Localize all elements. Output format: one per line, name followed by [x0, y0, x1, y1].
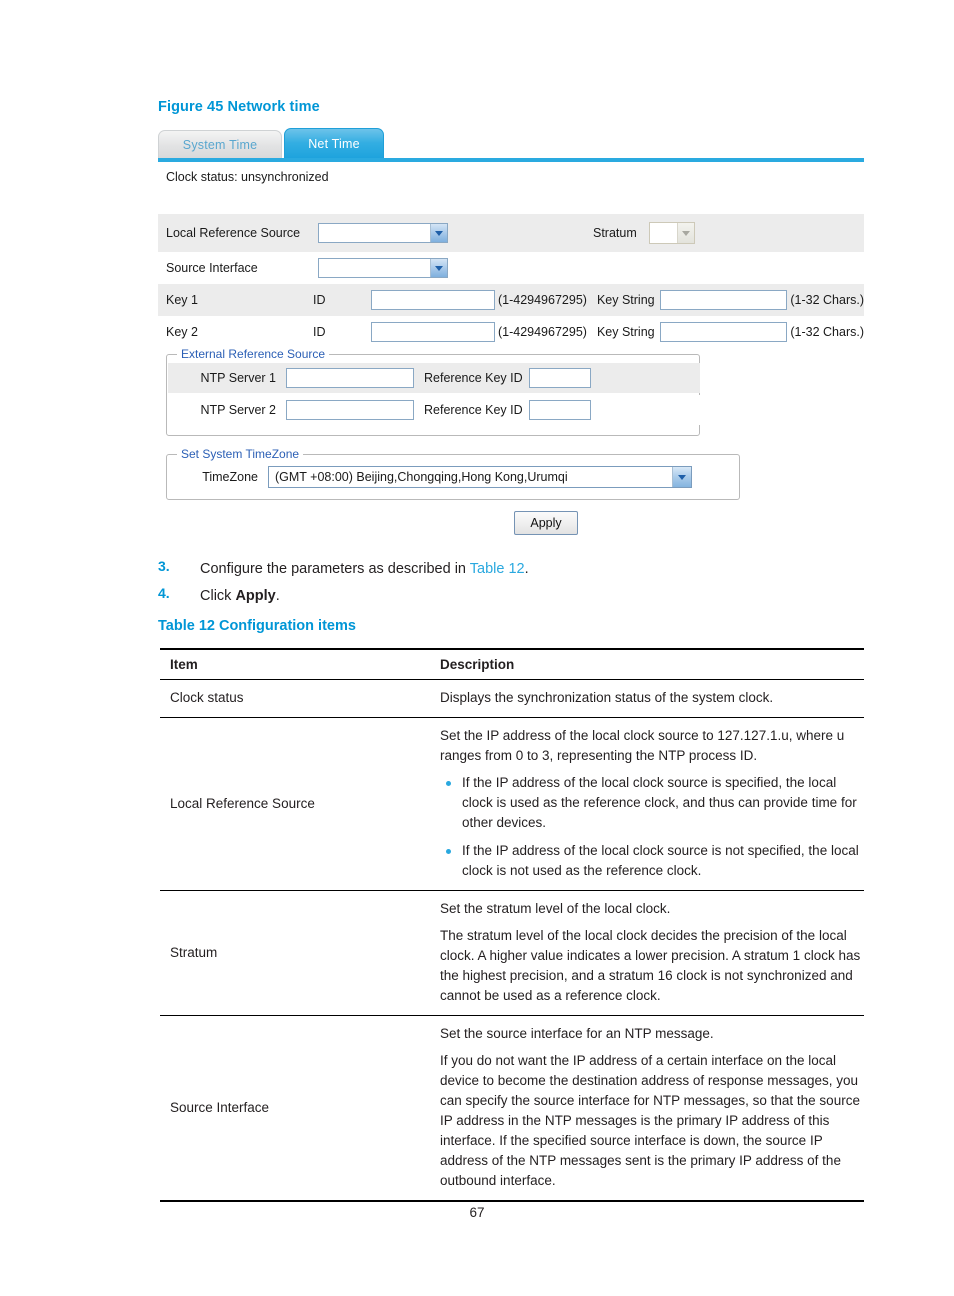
key2-id-label: ID — [313, 325, 326, 339]
row-key-2: Key 2 ID (1-4294967295) Key String (1-32… — [158, 316, 864, 348]
key1-id-hint: (1-4294967295) — [497, 293, 587, 307]
reference-key-id-1-input[interactable] — [528, 368, 591, 388]
step-3-text: Configure the parameters as described in… — [158, 561, 529, 577]
key2-id-input[interactable] — [371, 322, 495, 342]
step-3-text-before: Configure the parameters as described in — [200, 561, 470, 577]
network-time-screenshot: System Time Net Time Clock status: unsyn… — [158, 128, 864, 543]
row-timezone: TimeZone (GMT +08:00) Beijing,Chongqing,… — [168, 463, 740, 491]
step-3-text-after: . — [524, 561, 529, 577]
row-local-reference-source: Local Reference Source Stratum — [158, 214, 864, 252]
step-4-number: 4. — [158, 585, 170, 601]
clock-status-text: Clock status: unsynchronized — [166, 170, 329, 184]
table-caption: Table 12 Configuration items — [158, 618, 356, 634]
timezone-selected-value: (GMT +08:00) Beijing,Chongqing,Hong Kong… — [275, 470, 568, 484]
table-row: Local Reference Source Set the IP addres… — [160, 717, 864, 891]
row-ntp-server-2: NTP Server 2 Reference Key ID — [168, 395, 700, 425]
reference-key-id-2-input[interactable] — [528, 400, 591, 420]
header-description: Description — [430, 648, 864, 680]
source-interface-label: Source Interface — [166, 261, 258, 275]
row-ntp-server-1: NTP Server 1 Reference Key ID — [168, 363, 700, 393]
desc-paragraph: If you do not want the IP address of a c… — [440, 1053, 860, 1188]
timezone-select[interactable]: (GMT +08:00) Beijing,Chongqing,Hong Kong… — [268, 466, 692, 488]
tab-underline-rule — [158, 158, 864, 162]
desc-paragraph: Displays the synchronization status of t… — [440, 690, 774, 705]
step-4-text-before: Click — [200, 588, 236, 604]
tab-bar: System Time Net Time — [158, 128, 864, 162]
tab-net-time[interactable]: Net Time — [284, 128, 384, 158]
desc-bullet: If the IP address of the local clock sou… — [440, 773, 864, 833]
set-system-timezone-legend: Set System TimeZone — [177, 447, 304, 461]
key2-string-input[interactable] — [659, 322, 788, 342]
local-reference-source-label: Local Reference Source — [166, 225, 301, 240]
chevron-down-icon — [430, 224, 447, 242]
step-list: 3. Configure the parameters as described… — [158, 558, 878, 612]
table-row: Clock status Displays the synchronizatio… — [160, 679, 864, 718]
desc-bullet: If the IP address of the local clock sou… — [440, 841, 864, 881]
desc-bullet-list: If the IP address of the local clock sou… — [440, 773, 864, 881]
figure-caption: Figure 45 Network time — [158, 99, 320, 115]
tab-net-time-label: Net Time — [308, 137, 360, 151]
ntp-server-2-input[interactable] — [286, 400, 414, 420]
tab-system-time[interactable]: System Time — [158, 130, 282, 158]
key2-id-hint: (1-4294967295) — [497, 325, 587, 339]
apply-bold-text: Apply — [235, 588, 276, 604]
row-key-1: Key 1 ID (1-4294967295) Key String (1-32… — [158, 284, 864, 316]
step-3: 3. Configure the parameters as described… — [158, 558, 878, 585]
step-4-text-after: . — [275, 588, 280, 604]
key2-string-hint: (1-32 Chars.) — [790, 325, 864, 339]
local-reference-source-select[interactable] — [318, 223, 448, 243]
row-item-stratum: Stratum — [160, 890, 430, 1016]
chevron-down-icon — [672, 467, 691, 487]
table-header-row: Item Description — [160, 648, 864, 680]
stratum-label: Stratum — [593, 226, 637, 240]
stratum-select[interactable] — [648, 222, 695, 244]
desc-paragraph: Set the IP address of the local clock so… — [440, 728, 845, 763]
key1-string-hint: (1-32 Chars.) — [790, 293, 864, 307]
tab-underline-notch — [284, 158, 384, 162]
key1-id-label: ID — [313, 293, 326, 307]
row-source-interface: Source Interface — [158, 252, 864, 284]
tab-system-time-label: System Time — [182, 138, 258, 152]
reference-key-id-2-label: Reference Key ID — [424, 403, 523, 417]
table-12-link[interactable]: Table 12 — [470, 561, 525, 577]
row-desc-source-interface: Set the source interface for an NTP mess… — [430, 1015, 864, 1202]
desc-paragraph: Set the stratum level of the local clock… — [440, 901, 671, 916]
key1-string-input[interactable] — [659, 290, 788, 310]
row-item-clock-status: Clock status — [160, 679, 430, 718]
source-interface-select[interactable] — [318, 258, 448, 278]
row-desc-local-reference-source: Set the IP address of the local clock so… — [430, 717, 864, 891]
page-number: 67 — [469, 1205, 485, 1220]
reference-key-id-1-label: Reference Key ID — [424, 371, 523, 385]
key1-id-input[interactable] — [371, 290, 495, 310]
key1-label: Key 1 — [166, 293, 198, 307]
key2-label: Key 2 — [166, 325, 198, 339]
key2-string-label: Key String — [596, 325, 655, 339]
desc-paragraph: The stratum level of the local clock dec… — [440, 928, 861, 1003]
net-time-form: Local Reference Source Stratum Source In… — [158, 214, 864, 348]
apply-button[interactable]: Apply — [514, 511, 578, 535]
chevron-down-icon — [676, 223, 694, 243]
configuration-items-table: Item Description Clock status Displays t… — [160, 648, 864, 1202]
ntp-server-1-input[interactable] — [286, 368, 414, 388]
row-desc-stratum: Set the stratum level of the local clock… — [430, 890, 864, 1016]
header-item: Item — [160, 648, 430, 680]
row-item-source-interface: Source Interface — [160, 1015, 430, 1202]
ntp-server-2-label: NTP Server 2 — [200, 403, 277, 417]
row-item-local-reference-source: Local Reference Source — [160, 717, 430, 891]
document-page: Figure 45 Network time System Time Net T… — [0, 0, 954, 1296]
timezone-label: TimeZone — [202, 470, 258, 484]
ntp-server-1-label: NTP Server 1 — [200, 371, 277, 385]
table-row: Source Interface Set the source interfac… — [160, 1015, 864, 1202]
external-reference-source-legend: External Reference Source — [177, 347, 330, 361]
desc-paragraph: Set the source interface for an NTP mess… — [440, 1026, 714, 1041]
table-row: Stratum Set the stratum level of the loc… — [160, 890, 864, 1016]
chevron-down-icon — [430, 259, 447, 277]
row-desc-clock-status: Displays the synchronization status of t… — [430, 679, 864, 718]
step-4: 4. Click Apply. — [158, 585, 878, 612]
external-reference-source-fieldset: External Reference Source NTP Server 1 R… — [166, 347, 700, 436]
step-3-number: 3. — [158, 558, 170, 574]
set-system-timezone-fieldset: Set System TimeZone TimeZone (GMT +08:00… — [166, 447, 740, 500]
key1-string-label: Key String — [596, 293, 655, 307]
